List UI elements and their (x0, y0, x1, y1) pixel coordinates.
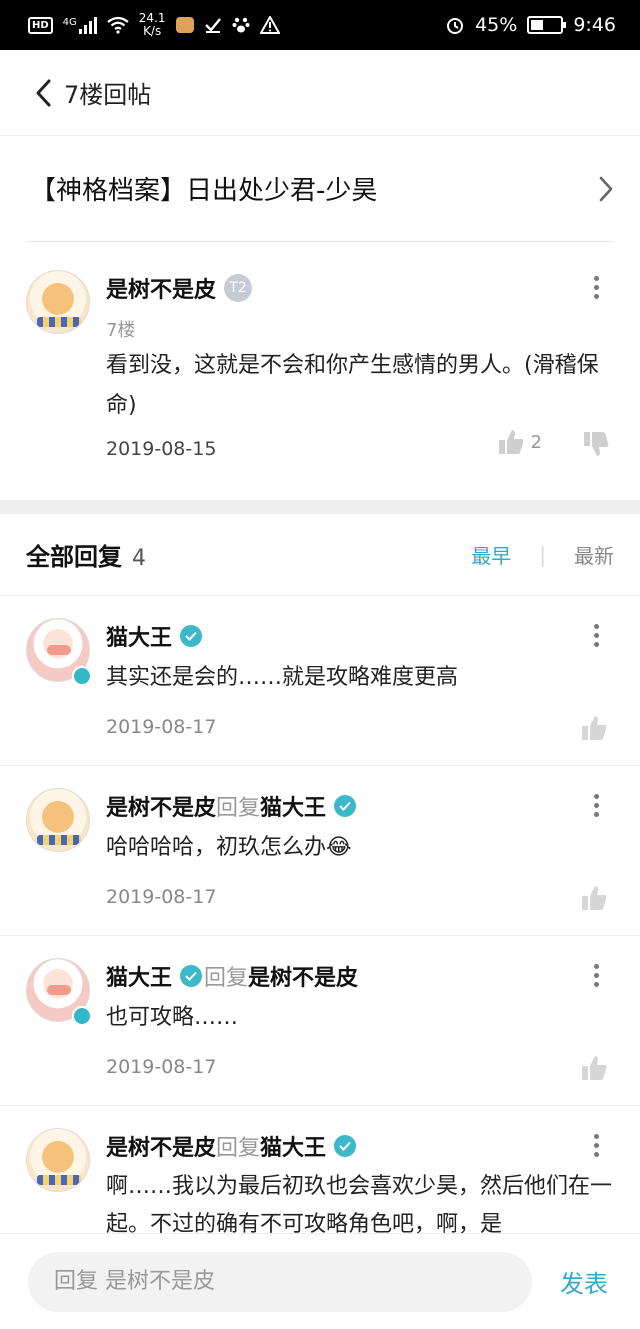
thumbs-down-icon (584, 432, 609, 456)
like-button[interactable]: 2 (497, 428, 542, 456)
thumbs-up-icon (582, 886, 607, 910)
reply-input-bar: 发表 (0, 1233, 640, 1329)
clock: 9:46 (573, 14, 616, 36)
warning-icon (259, 16, 280, 34)
more-icon[interactable] (592, 964, 600, 987)
hd-icon: HD (28, 16, 53, 34)
like-button[interactable] (580, 1054, 608, 1086)
top-bar: 7楼回帖 (0, 50, 640, 136)
reply-date: 2019-08-17 (106, 716, 217, 738)
replies-count: 4 (132, 546, 146, 571)
reply-date: 2019-08-17 (106, 1056, 217, 1078)
more-icon[interactable] (592, 1134, 600, 1157)
thumbs-up-icon (498, 430, 523, 454)
dislike-button[interactable] (582, 430, 610, 462)
avatar[interactable] (26, 270, 90, 334)
status-bar: HD 4G 24.1 K/s 45% 9:46 (0, 0, 640, 50)
post-author[interactable]: 是树不是皮 (106, 272, 216, 304)
check-icon (204, 18, 221, 33)
reply-item: 猫大王 其实还是会的……就是攻略难度更高 2019-08-17 (0, 596, 640, 766)
section-divider (0, 500, 640, 514)
thumbs-up-icon (582, 716, 607, 740)
like-button[interactable] (580, 884, 608, 916)
verified-icon (180, 625, 203, 647)
reply-author[interactable]: 猫大王 (106, 620, 172, 652)
wifi-icon (107, 16, 129, 34)
app-notification-icon (175, 17, 194, 33)
chevron-left-icon (36, 79, 51, 106)
more-icon[interactable] (592, 624, 600, 647)
sort-separator: | (539, 542, 546, 567)
reply-date: 2019-08-17 (106, 886, 217, 908)
reply-word: 回复 (204, 966, 249, 991)
signal-icon: 4G (63, 16, 97, 34)
sort-latest-tab[interactable]: 最新 (574, 540, 614, 569)
reply-word: 回复 (216, 1136, 261, 1161)
replies-title: 全部回复 (26, 543, 122, 571)
post-content: 看到没，这就是不会和你产生感情的男人。(滑稽保命) (106, 353, 599, 418)
reply-content: 哈哈哈哈，初玖怎么办😂 (106, 835, 352, 860)
reply-item: 猫大王 回复 是树不是皮 也可攻略…… 2019-08-17 (0, 936, 640, 1106)
verified-icon (180, 965, 203, 987)
reply-content: 也可攻略…… (106, 1005, 239, 1030)
like-count: 2 (530, 431, 542, 453)
reply-author[interactable]: 是树不是皮 (106, 790, 216, 822)
avatar[interactable] (26, 788, 90, 852)
reply-meta: 是树不是皮 回复 猫大王 (106, 1130, 362, 1162)
reply-to-user[interactable]: 猫大王 (260, 1130, 326, 1162)
reply-meta: 猫大王 (106, 620, 208, 652)
more-icon[interactable] (592, 276, 600, 299)
verified-badge-icon (72, 666, 92, 686)
thumbs-up-icon (582, 1056, 607, 1080)
page-title: 7楼回帖 (64, 81, 152, 109)
level-badge: T2 (224, 274, 253, 302)
reply-item: 是树不是皮 回复 猫大王 哈哈哈哈，初玖怎么办😂 2019-08-17 (0, 766, 640, 936)
sort-earliest-tab[interactable]: 最早 (471, 540, 511, 569)
avatar[interactable] (26, 1128, 90, 1192)
reply-meta: 是树不是皮 回复 猫大王 (106, 790, 362, 822)
paw-icon (232, 17, 250, 33)
network-speed: 24.1 K/s (138, 11, 166, 38)
more-icon[interactable] (592, 794, 600, 817)
verified-badge-icon (72, 1006, 92, 1026)
replies-header: 全部回复 4 最早 | 最新 (0, 514, 640, 596)
original-post: 是树不是皮 T2 7楼 看到没，这就是不会和你产生感情的男人。(滑稽保命) 20… (0, 242, 640, 500)
topic-link[interactable]: 【神格档案】日出处少君-少昊 (26, 136, 614, 242)
reply-input[interactable] (28, 1251, 532, 1312)
post-date: 2019-08-15 (106, 438, 217, 460)
send-button[interactable]: 发表 (560, 1264, 608, 1299)
reply-word: 回复 (216, 796, 261, 821)
reply-content: 其实还是会的……就是攻略难度更高 (106, 665, 459, 690)
battery-percent: 45% (475, 14, 518, 36)
floor-label: 7楼 (106, 320, 136, 341)
reply-author[interactable]: 猫大王 (106, 960, 172, 992)
reply-sheet: 7楼回帖 【神格档案】日出处少君-少昊 是树不是皮 T2 7楼 看到没，这就是不… (0, 50, 640, 1329)
battery-icon (527, 16, 567, 34)
post-meta: 是树不是皮 T2 (106, 272, 253, 304)
reply-meta: 猫大王 回复 是树不是皮 (106, 960, 358, 992)
sort-options: 最早 | 最新 (471, 540, 614, 569)
verified-icon (334, 795, 357, 817)
alarm-icon (447, 18, 464, 34)
status-left: HD 4G 24.1 K/s (28, 12, 280, 38)
topic-title: 【神格档案】日出处少君-少昊 (30, 176, 378, 206)
like-button[interactable] (580, 714, 608, 746)
reply-to-user[interactable]: 是树不是皮 (248, 960, 358, 992)
status-right: 45% 9:46 (445, 14, 616, 36)
verified-icon (334, 1135, 357, 1157)
chevron-right-icon (599, 176, 613, 201)
reply-author[interactable]: 是树不是皮 (106, 1130, 216, 1162)
back-button[interactable] (34, 73, 60, 113)
reply-to-user[interactable]: 猫大王 (260, 790, 326, 822)
